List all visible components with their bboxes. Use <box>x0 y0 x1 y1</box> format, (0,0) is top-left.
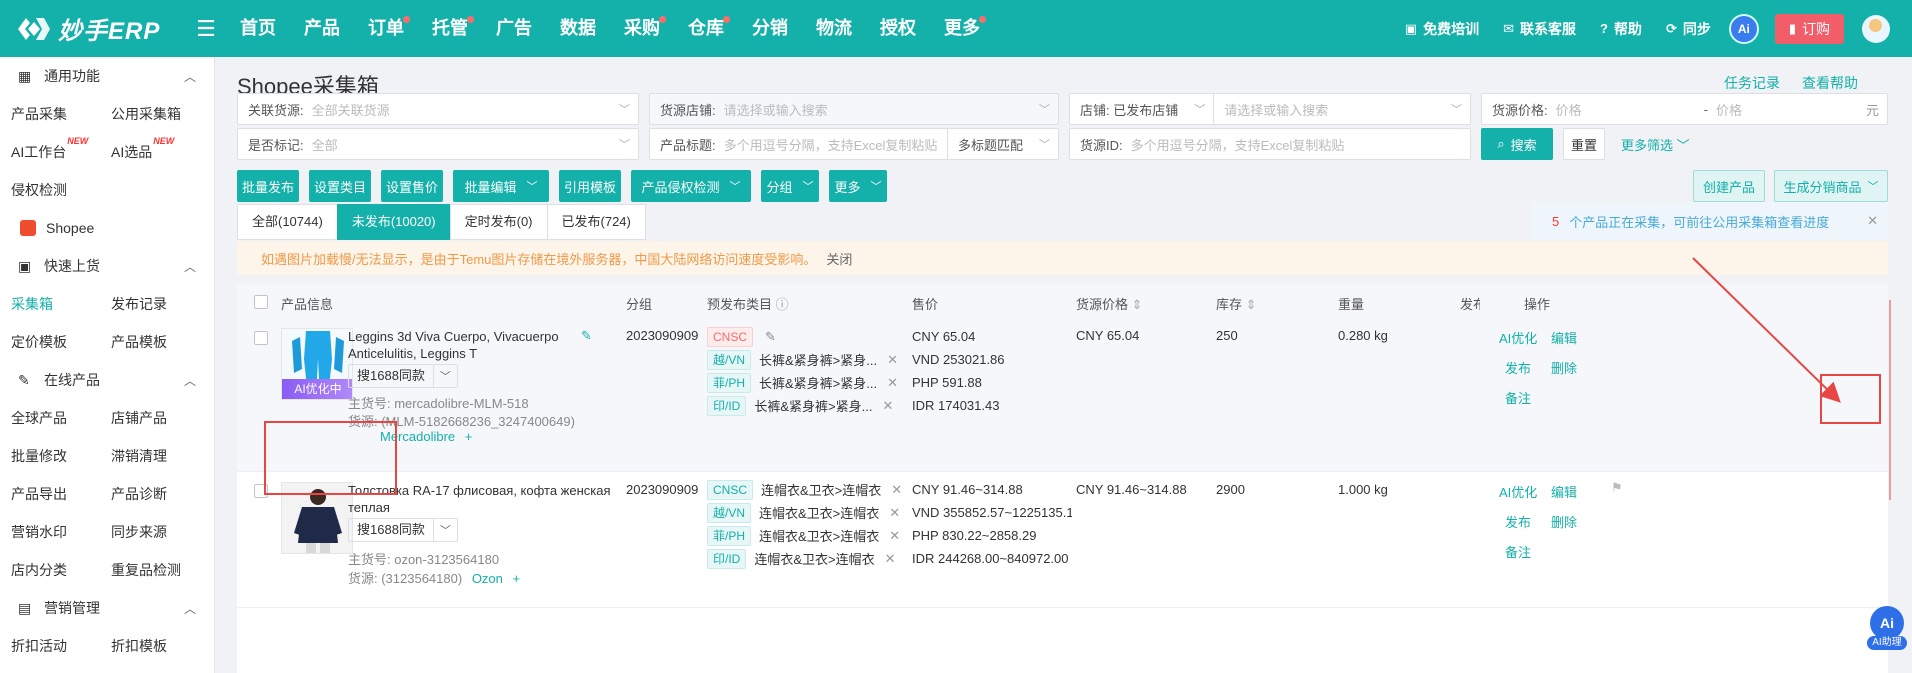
ai-helper-icon: Ai <box>1870 606 1904 640</box>
annotation-arrow <box>1692 257 1891 500</box>
ai-helper-widget[interactable]: Ai AI助理 <box>1867 606 1907 658</box>
ai-helper-label: AI助理 <box>1867 636 1907 650</box>
